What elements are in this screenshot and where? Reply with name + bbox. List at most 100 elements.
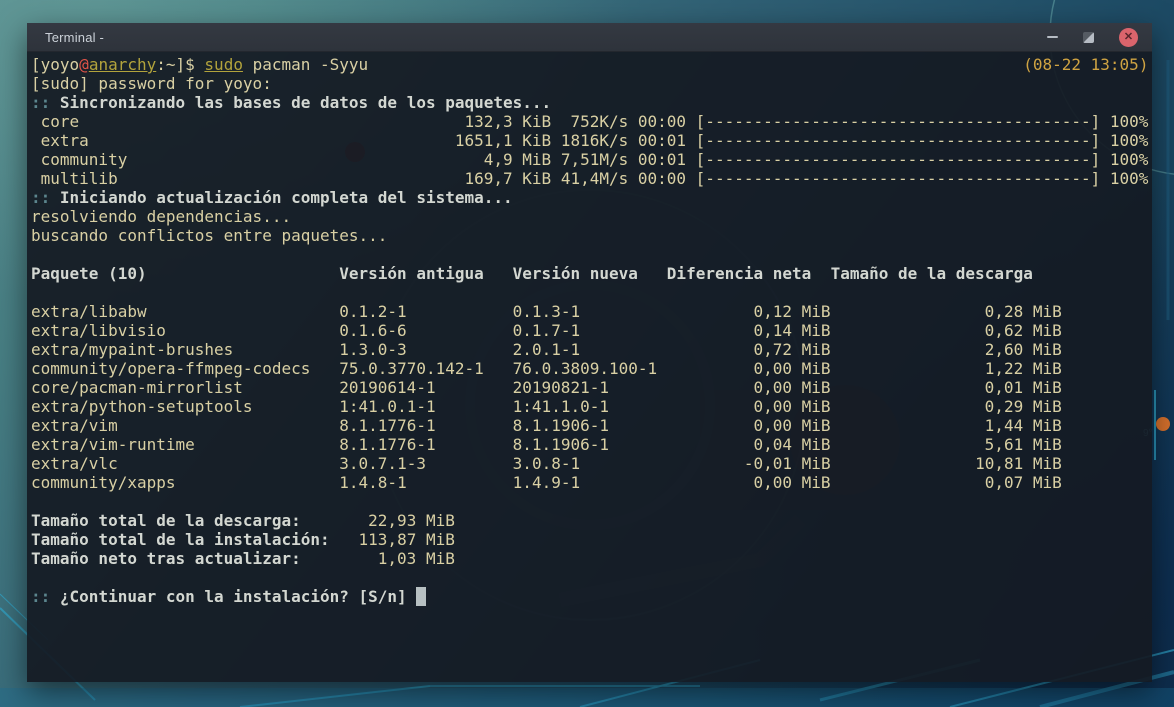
terminal-text-segment: [---------------------------------------… xyxy=(696,112,1101,131)
terminal-text-segment: 113,87 MiB xyxy=(359,530,455,549)
terminal-text-segment xyxy=(484,359,513,378)
terminal-text-segment: @ xyxy=(79,55,89,74)
terminal-text-segment xyxy=(831,321,985,340)
terminal-text-segment: extra/vlc xyxy=(31,454,118,473)
terminal-text-segment: core/pacman-mirrorlist xyxy=(31,378,243,397)
terminal-text-segment: 10,81 MiB xyxy=(975,454,1062,473)
close-icon[interactable]: ✕ xyxy=(1119,28,1138,47)
terminal-cursor xyxy=(416,587,426,606)
terminal-text-segment xyxy=(811,264,830,283)
terminal-text-segment: anarchy xyxy=(89,55,156,74)
terminal-text-segment xyxy=(580,454,744,473)
terminal-text-segment: 0,62 MiB xyxy=(985,321,1062,340)
terminal-text-segment xyxy=(233,340,339,359)
terminal-text-segment xyxy=(609,416,754,435)
terminal-text-segment: 0.1.7-1 xyxy=(513,321,580,340)
terminal-text-segment xyxy=(831,359,985,378)
terminal-text-segment xyxy=(831,416,985,435)
terminal-window: Terminal - ✕ [yoyo@anarchy:~]$ sudo pacm… xyxy=(27,23,1152,682)
terminal-text-segment: community/opera-ffmpeg-codecs xyxy=(31,359,310,378)
terminal-text-segment xyxy=(580,302,753,321)
terminal-text-segment xyxy=(176,473,340,492)
terminal-text-segment: 100% xyxy=(1100,169,1148,188)
terminal-text-segment xyxy=(580,473,753,492)
terminal-text-segment: 132,3 KiB 752K/s 00:00 xyxy=(464,112,695,131)
terminal-text-segment: resolviendo dependencias... xyxy=(31,207,291,226)
terminal-text-segment: 0,00 MiB xyxy=(754,473,831,492)
terminal-text-segment: Tamaño de la descarga xyxy=(831,264,1033,283)
terminal-text-segment xyxy=(79,112,464,131)
terminal-text-segment: 75.0.3770.142-1 xyxy=(339,359,484,378)
terminal-text-segment: pacman -Syyu xyxy=(243,55,368,74)
terminal-text-segment: 20190614-1 xyxy=(339,378,435,397)
terminal-text-segment: Diferencia neta xyxy=(667,264,812,283)
terminal-text-segment xyxy=(301,549,378,568)
wallpaper-orange-dot xyxy=(1156,417,1170,431)
terminal-text-segment: extra/vim-runtime xyxy=(31,435,195,454)
terminal-text-segment: [---------------------------------------… xyxy=(696,131,1101,150)
terminal-text-segment: 1.4.8-1 xyxy=(339,473,406,492)
terminal-text-segment xyxy=(484,264,513,283)
terminal-text-segment: Sincronizando las bases de datos de los … xyxy=(60,93,551,112)
terminal-text-segment xyxy=(436,378,513,397)
terminal-text-segment xyxy=(657,359,753,378)
terminal-text-segment: 0.1.3-1 xyxy=(513,302,580,321)
terminal-text-segment xyxy=(147,302,340,321)
terminal-screen[interactable]: [yoyo@anarchy:~]$ sudo pacman -Syyu (08-… xyxy=(27,52,1152,682)
terminal-text-segment: 0,00 MiB xyxy=(754,359,831,378)
terminal-text-segment xyxy=(368,55,1023,74)
terminal-text-segment: extra/mypaint-brushes xyxy=(31,340,233,359)
desktop: { "window": { "title": "Terminal -", "co… xyxy=(0,0,1174,707)
terminal-text-segment: [---------------------------------------… xyxy=(696,169,1101,188)
terminal-text-segment: extra/python-setuptools xyxy=(31,397,253,416)
terminal-text-segment xyxy=(253,397,340,416)
terminal-text-segment: 8.1.1776-1 xyxy=(339,416,435,435)
terminal-text-segment xyxy=(407,340,513,359)
terminal-text-segment xyxy=(638,264,667,283)
terminal-text-segment xyxy=(831,454,976,473)
terminal-text-segment: 0,00 MiB xyxy=(753,397,830,416)
terminal-text-segment: 0,72 MiB xyxy=(754,340,831,359)
terminal-text-segment: sudo xyxy=(204,55,243,74)
terminal-text-segment xyxy=(831,397,985,416)
terminal-text-segment: (08-22 13:05) xyxy=(1023,55,1148,74)
titlebar[interactable]: Terminal - ✕ xyxy=(27,23,1152,52)
terminal-text-segment xyxy=(831,435,985,454)
terminal-text-segment: Iniciando actualización completa del sis… xyxy=(60,188,513,207)
terminal-text-segment: 100% xyxy=(1100,112,1148,131)
terminal-text-segment: 1,44 MiB xyxy=(985,416,1062,435)
terminal-text-segment: 0.1.6-6 xyxy=(339,321,406,340)
terminal-text-segment: Versión nueva xyxy=(513,264,638,283)
terminal-text-segment: 0,29 MiB xyxy=(985,397,1062,416)
terminal-text-segment: 1.3.0-3 xyxy=(339,340,406,359)
terminal-text-segment xyxy=(580,321,753,340)
terminal-text-segment: 1651,1 KiB 1816K/s 00:01 xyxy=(455,131,696,150)
terminal-text-segment: 2.0.1-1 xyxy=(513,340,580,359)
minimize-icon[interactable] xyxy=(1047,36,1058,38)
window-controls: ✕ xyxy=(1047,28,1138,47)
terminal-text-segment: 1.4.9-1 xyxy=(513,473,580,492)
terminal-text-segment xyxy=(831,378,985,397)
terminal-text-segment: Paquete (10) xyxy=(31,264,147,283)
terminal-text-segment xyxy=(436,416,513,435)
terminal-text-segment: -0,01 MiB xyxy=(744,454,831,473)
terminal-text-segment: 2,60 MiB xyxy=(985,340,1062,359)
terminal-text-segment xyxy=(436,397,513,416)
terminal-text-segment: 4,9 MiB 7,51M/s 00:01 xyxy=(484,150,696,169)
terminal-text-segment: core xyxy=(31,112,79,131)
terminal-text-segment: multilib xyxy=(31,169,118,188)
terminal-text-segment xyxy=(118,454,340,473)
wallpaper-glow-band xyxy=(0,688,1174,707)
terminal-text-segment: Tamaño total de la instalación: xyxy=(31,530,330,549)
terminal-text-segment: 0,01 MiB xyxy=(985,378,1062,397)
terminal-text-segment: :: xyxy=(31,93,60,112)
terminal-text-segment xyxy=(127,150,483,169)
terminal-text-segment: 3.0.7.1-3 xyxy=(339,454,426,473)
terminal-text-segment xyxy=(407,302,513,321)
terminal-text-segment: extra/vim xyxy=(31,416,118,435)
terminal-text-segment xyxy=(831,302,985,321)
maximize-icon[interactable] xyxy=(1083,32,1094,43)
terminal-text-segment xyxy=(166,321,339,340)
terminal-text-segment xyxy=(310,359,339,378)
terminal-text-segment xyxy=(89,131,455,150)
